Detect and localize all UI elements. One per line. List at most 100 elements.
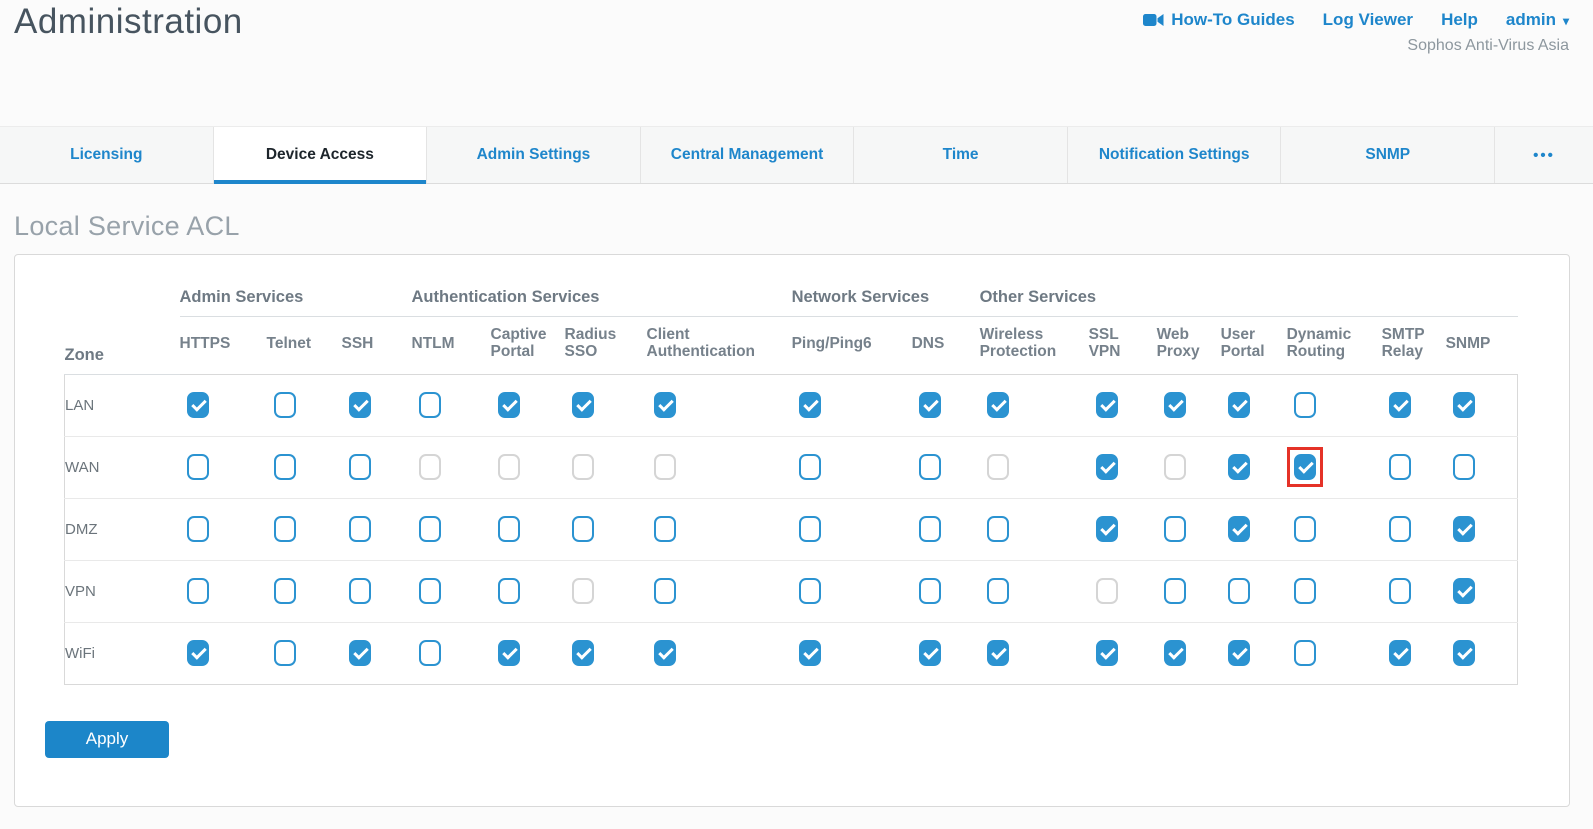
checkbox-vpn-web-proxy[interactable] bbox=[1164, 578, 1186, 604]
tab-notification-settings[interactable]: Notification Settings bbox=[1068, 127, 1282, 183]
checkbox-wifi-ssh[interactable] bbox=[349, 640, 371, 666]
checkbox-dmz-telnet[interactable] bbox=[274, 516, 296, 542]
checkbox-lan-snmp[interactable] bbox=[1453, 392, 1475, 418]
checkbox-wan-dns[interactable] bbox=[919, 454, 941, 480]
checkbox-wifi-user-portal[interactable] bbox=[1228, 640, 1250, 666]
checkbox-lan-telnet[interactable] bbox=[274, 392, 296, 418]
checkbox-lan-ssh[interactable] bbox=[349, 392, 371, 418]
checkbox-wifi-https[interactable] bbox=[187, 640, 209, 666]
checkbox-wrap bbox=[267, 385, 303, 425]
group-header-other-services: Other Services bbox=[980, 288, 1518, 317]
checkbox-vpn-ntlm[interactable] bbox=[419, 578, 441, 604]
tab-admin-settings[interactable]: Admin Settings bbox=[427, 127, 641, 183]
checkbox-vpn-client-authentication[interactable] bbox=[654, 578, 676, 604]
checkbox-vpn-ping-ping6[interactable] bbox=[799, 578, 821, 604]
cell-dmz-radius-sso bbox=[565, 498, 647, 560]
checkbox-lan-smtp-relay[interactable] bbox=[1389, 392, 1411, 418]
checkbox-lan-wireless-protection[interactable] bbox=[987, 392, 1009, 418]
checkbox-vpn-snmp[interactable] bbox=[1453, 578, 1475, 604]
checkbox-wan-ssl-vpn[interactable] bbox=[1096, 454, 1118, 480]
cell-wan-ping-ping6 bbox=[792, 436, 912, 498]
checkbox-wrap bbox=[267, 509, 303, 549]
tab-device-access[interactable]: Device Access bbox=[214, 127, 428, 183]
checkbox-wrap bbox=[412, 509, 448, 549]
checkbox-wifi-snmp[interactable] bbox=[1453, 640, 1475, 666]
checkbox-wan-ssh[interactable] bbox=[349, 454, 371, 480]
checkbox-wifi-smtp-relay[interactable] bbox=[1389, 640, 1411, 666]
checkbox-lan-ssl-vpn[interactable] bbox=[1096, 392, 1118, 418]
checkbox-wifi-dynamic-routing[interactable] bbox=[1294, 640, 1316, 666]
checkbox-lan-captive-portal[interactable] bbox=[498, 392, 520, 418]
checkbox-dmz-user-portal[interactable] bbox=[1228, 516, 1250, 542]
checkbox-wan-https[interactable] bbox=[187, 454, 209, 480]
tab-snmp[interactable]: SNMP bbox=[1281, 127, 1495, 183]
checkbox-wan-telnet[interactable] bbox=[274, 454, 296, 480]
checkbox-dmz-ssh[interactable] bbox=[349, 516, 371, 542]
checkbox-lan-ping-ping6[interactable] bbox=[799, 392, 821, 418]
checkbox-wifi-ping-ping6[interactable] bbox=[799, 640, 821, 666]
checkbox-vpn-user-portal[interactable] bbox=[1228, 578, 1250, 604]
checkbox-dmz-ssl-vpn[interactable] bbox=[1096, 516, 1118, 542]
checkbox-wrap bbox=[180, 385, 216, 425]
checkbox-dmz-radius-sso[interactable] bbox=[572, 516, 594, 542]
checkbox-wifi-web-proxy[interactable] bbox=[1164, 640, 1186, 666]
checkbox-vpn-https[interactable] bbox=[187, 578, 209, 604]
checkbox-vpn-dns[interactable] bbox=[919, 578, 941, 604]
checkbox-wrap bbox=[792, 571, 828, 611]
tab-central-management[interactable]: Central Management bbox=[641, 127, 855, 183]
checkbox-wifi-ntlm[interactable] bbox=[419, 640, 441, 666]
checkbox-wan-dynamic-routing[interactable] bbox=[1294, 454, 1316, 480]
checkbox-wifi-ssl-vpn[interactable] bbox=[1096, 640, 1118, 666]
checkbox-lan-https[interactable] bbox=[187, 392, 209, 418]
checkbox-wifi-radius-sso[interactable] bbox=[572, 640, 594, 666]
checkbox-lan-dns[interactable] bbox=[919, 392, 941, 418]
checkbox-dmz-wireless-protection[interactable] bbox=[987, 516, 1009, 542]
checkbox-wifi-wireless-protection[interactable] bbox=[987, 640, 1009, 666]
checkbox-wan-user-portal[interactable] bbox=[1228, 454, 1250, 480]
checkbox-dmz-dynamic-routing[interactable] bbox=[1294, 516, 1316, 542]
more-tabs-button[interactable]: ••• bbox=[1495, 127, 1593, 183]
cell-lan-ssl-vpn bbox=[1089, 374, 1157, 436]
checkbox-dmz-https[interactable] bbox=[187, 516, 209, 542]
apply-button[interactable]: Apply bbox=[45, 721, 169, 758]
cell-lan-dynamic-routing bbox=[1287, 374, 1382, 436]
checkbox-lan-dynamic-routing[interactable] bbox=[1294, 392, 1316, 418]
checkbox-wifi-dns[interactable] bbox=[919, 640, 941, 666]
help-link[interactable]: Help bbox=[1441, 10, 1478, 30]
checkbox-wifi-telnet[interactable] bbox=[274, 640, 296, 666]
column-header-telnet: Telnet bbox=[267, 317, 342, 375]
checkbox-vpn-dynamic-routing[interactable] bbox=[1294, 578, 1316, 604]
checkbox-vpn-ssh[interactable] bbox=[349, 578, 371, 604]
checkbox-vpn-telnet[interactable] bbox=[274, 578, 296, 604]
admin-menu[interactable]: admin ▾ bbox=[1506, 10, 1569, 30]
checkbox-dmz-snmp[interactable] bbox=[1453, 516, 1475, 542]
tab-licensing[interactable]: Licensing bbox=[0, 127, 214, 183]
checkbox-lan-web-proxy[interactable] bbox=[1164, 392, 1186, 418]
checkbox-wifi-captive-portal[interactable] bbox=[498, 640, 520, 666]
checkbox-wan-ping-ping6[interactable] bbox=[799, 454, 821, 480]
checkbox-dmz-captive-portal[interactable] bbox=[498, 516, 520, 542]
checkbox-lan-ntlm[interactable] bbox=[419, 392, 441, 418]
checkbox-dmz-web-proxy[interactable] bbox=[1164, 516, 1186, 542]
checkbox-wrap bbox=[1089, 447, 1125, 487]
log-viewer-link[interactable]: Log Viewer bbox=[1323, 10, 1413, 30]
cell-wan-ntlm bbox=[412, 436, 491, 498]
how-to-guides-link[interactable]: How-To Guides bbox=[1143, 10, 1294, 30]
zone-label-lan: LAN bbox=[65, 374, 180, 436]
checkbox-lan-client-authentication[interactable] bbox=[654, 392, 676, 418]
checkbox-wan-smtp-relay[interactable] bbox=[1389, 454, 1411, 480]
checkbox-wan-snmp[interactable] bbox=[1453, 454, 1475, 480]
checkbox-vpn-captive-portal[interactable] bbox=[498, 578, 520, 604]
checkbox-vpn-wireless-protection[interactable] bbox=[987, 578, 1009, 604]
checkbox-wifi-client-authentication[interactable] bbox=[654, 640, 676, 666]
checkbox-lan-radius-sso[interactable] bbox=[572, 392, 594, 418]
checkbox-lan-user-portal[interactable] bbox=[1228, 392, 1250, 418]
checkbox-wrap bbox=[342, 447, 378, 487]
tab-time[interactable]: Time bbox=[854, 127, 1068, 183]
checkbox-dmz-dns[interactable] bbox=[919, 516, 941, 542]
checkbox-vpn-smtp-relay[interactable] bbox=[1389, 578, 1411, 604]
checkbox-dmz-client-authentication[interactable] bbox=[654, 516, 676, 542]
checkbox-dmz-ping-ping6[interactable] bbox=[799, 516, 821, 542]
checkbox-dmz-ntlm[interactable] bbox=[419, 516, 441, 542]
checkbox-dmz-smtp-relay[interactable] bbox=[1389, 516, 1411, 542]
